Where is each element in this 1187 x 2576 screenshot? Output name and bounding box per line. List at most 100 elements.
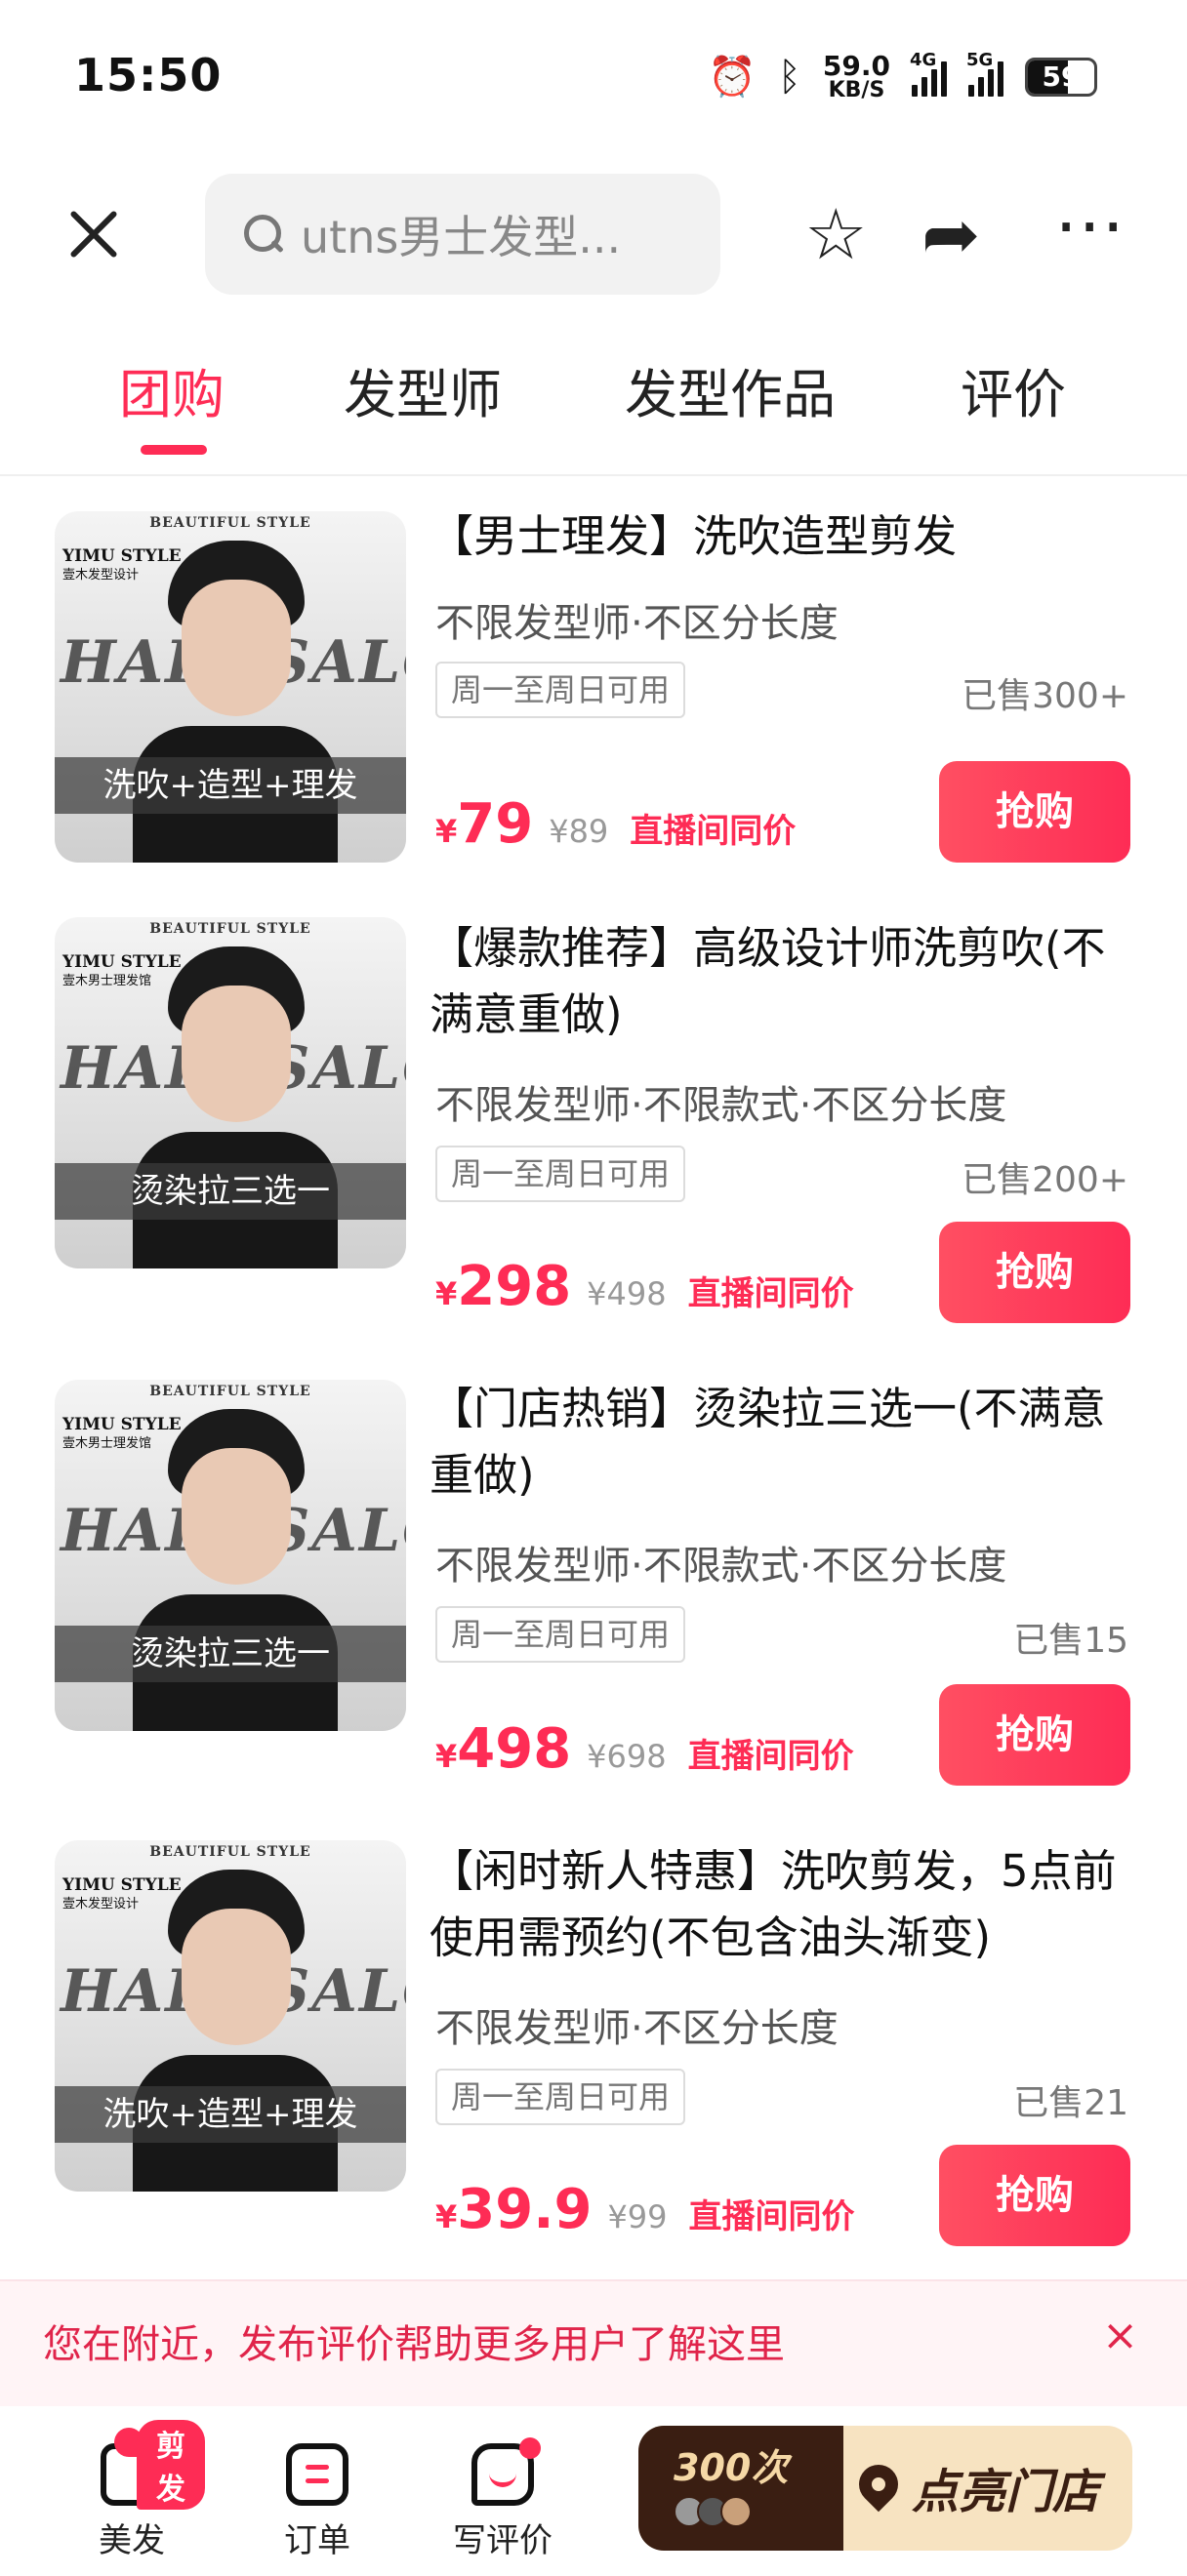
product-title: 【爆款推荐】高级设计师洗剪吹(不满意重做) [430,922,1106,1040]
status-bar: 15:50 ⏰ ᛒ 59.0 KB/S 4G 5G 59 [0,0,1187,156]
tab-works[interactable]: 发型作品 [625,351,836,428]
product-title: 【门店热销】烫染拉三选一(不满意重做) [430,1383,1106,1501]
tab-bar: 团购 发型师 发型作品 评价 [0,351,1187,468]
price-note: 直播间同价 [630,812,797,851]
star-icon[interactable]: ☆ [804,195,868,273]
currency: ¥ [435,1275,458,1312]
battery-icon: 59 [1025,58,1097,97]
buy-button[interactable]: 抢购 [939,761,1130,863]
model-photo [133,1409,338,1731]
currency: ¥ [435,813,458,850]
order-icon [286,2443,348,2506]
model-photo [133,946,338,1268]
currency: ¥ [435,1738,458,1775]
price-row: ¥ 79 ¥89 直播间同价 [435,792,796,856]
tab-stylists[interactable]: 发型师 [344,351,502,428]
product-image[interactable]: BEAUTIFUL STYLE YIMU STYLE 壹木男士理发馆 HAIR S… [55,1380,406,1731]
net-speed: 59.0 KB/S [823,53,890,101]
location-pin-icon [850,2456,907,2513]
search-bar[interactable]: utns男士发型... [205,174,720,295]
promo-label: 点亮门店 [912,2465,1100,2519]
price-row: ¥ 298 ¥498 直播间同价 [435,1255,854,1318]
header: utns男士发型... ☆ ➦ ⋯ [0,166,1187,302]
nav-badge: 剪发 [137,2420,205,2510]
signal-5g-icon: 5G [966,50,1003,97]
thumb-band-text: 洗吹+造型+理发 [55,2086,406,2143]
net-speed-value: 59.0 [822,50,890,82]
search-icon [244,215,283,254]
tab-reviews[interactable]: 评价 [961,351,1066,428]
battery-level: 59 [1042,60,1081,93]
product-title: 【闲时新人特惠】洗吹剪发，5点前使用需预约(不包含油头渐变) [430,1845,1117,1963]
close-banner-icon[interactable]: × [1102,2311,1138,2360]
original-price: ¥498 [587,1275,667,1312]
sold-count: 已售15 [1013,1621,1128,1661]
product-subtitle: 不限发型师·不限款式·不区分长度 [435,1544,1007,1589]
price-note: 直播间同价 [687,1737,854,1776]
thumb-brand-top: BEAUTIFUL STYLE [149,921,311,937]
thumb-brand-top: BEAUTIFUL STYLE [149,515,311,531]
tab-group-buy[interactable]: 团购 [119,351,225,428]
price-note: 直播间同价 [687,1274,854,1313]
model-photo [133,541,338,863]
sold-count: 已售300+ [962,676,1128,716]
avatar [720,2496,752,2527]
network-5g-label: 5G [966,50,994,70]
price-row: ¥ 39.9 ¥99 直播间同价 [435,2178,855,2241]
status-time: 15:50 [74,49,223,101]
price-note: 直播间同价 [688,2197,855,2236]
nav-label: 订单 [284,2521,350,2560]
promo-count: 300次 [674,2446,789,2489]
nav-orders[interactable]: 订单 [244,2426,390,2562]
price-row: ¥ 498 ¥698 直播间同价 [435,1717,854,1781]
price: 498 [457,1717,572,1781]
availability-tag: 周一至周日可用 [435,1606,686,1663]
signal-4g-icon: 4G [910,50,947,97]
alarm-icon: ⏰ [708,55,757,100]
nav-label: 写评价 [453,2521,553,2560]
search-text: utns男士发型... [301,211,622,263]
nav-hair[interactable]: 剪发 美发 [59,2420,205,2562]
original-price: ¥99 [607,2198,668,2235]
availability-tag: 周一至周日可用 [435,2069,686,2125]
buy-button[interactable]: 抢购 [939,2145,1130,2246]
tab-active-indicator [141,445,207,455]
thumb-band-text: 洗吹+造型+理发 [55,757,406,814]
network-4g-label: 4G [910,50,937,70]
product-image[interactable]: BEAUTIFUL STYLE YIMU STYLE 壹木发型设计 HAIR SA… [55,1840,406,2192]
share-icon[interactable]: ➦ [921,195,980,273]
model-photo [133,1870,338,2192]
bluetooth-icon: ᛒ [777,55,801,100]
original-price: ¥89 [549,813,609,850]
thumb-brand-top: BEAUTIFUL STYLE [149,1844,311,1860]
divider [0,474,1187,476]
review-prompt-banner[interactable]: 您在附近，发布评价帮助更多用户了解这里 × [0,2279,1187,2406]
sold-count: 已售21 [1013,2083,1128,2123]
product-image[interactable]: BEAUTIFUL STYLE YIMU STYLE 壹木男士理发馆 HAIR S… [55,917,406,1268]
availability-tag: 周一至周日可用 [435,1146,686,1202]
thumb-brand-top: BEAUTIFUL STYLE [149,1384,311,1399]
product-image[interactable]: BEAUTIFUL STYLE YIMU STYLE 壹木发型设计 HAIR SA… [55,511,406,863]
thumb-band-text: 烫染拉三选一 [55,1163,406,1220]
product-subtitle: 不限发型师·不区分长度 [435,2006,839,2051]
sold-count: 已售200+ [962,1160,1128,1200]
availability-tag: 周一至周日可用 [435,662,686,718]
nav-label: 美发 [99,2521,165,2560]
currency: ¥ [435,2198,458,2235]
price: 298 [457,1255,572,1318]
price: 79 [457,792,534,856]
product-subtitle: 不限发型师·不区分长度 [435,601,839,646]
product-title: 【男士理发】洗吹造型剪发 [430,510,958,562]
close-icon[interactable] [59,199,129,269]
price: 39.9 [457,2178,593,2241]
avatar-stack [674,2496,752,2527]
nav-write-review[interactable]: 写评价 [430,2426,576,2562]
more-icon[interactable]: ⋯ [1054,185,1126,263]
bottom-nav: 剪发 美发 订单 写评价 300次 点亮门店 [0,2406,1187,2576]
buy-button[interactable]: 抢购 [939,1222,1130,1323]
thumb-band-text: 烫染拉三选一 [55,1626,406,1682]
original-price: ¥698 [587,1738,667,1775]
light-up-store-button[interactable]: 300次 点亮门店 [638,2426,1132,2551]
status-icons: ⏰ ᛒ 59.0 KB/S 4G 5G 59 [708,50,1097,101]
buy-button[interactable]: 抢购 [939,1684,1130,1786]
